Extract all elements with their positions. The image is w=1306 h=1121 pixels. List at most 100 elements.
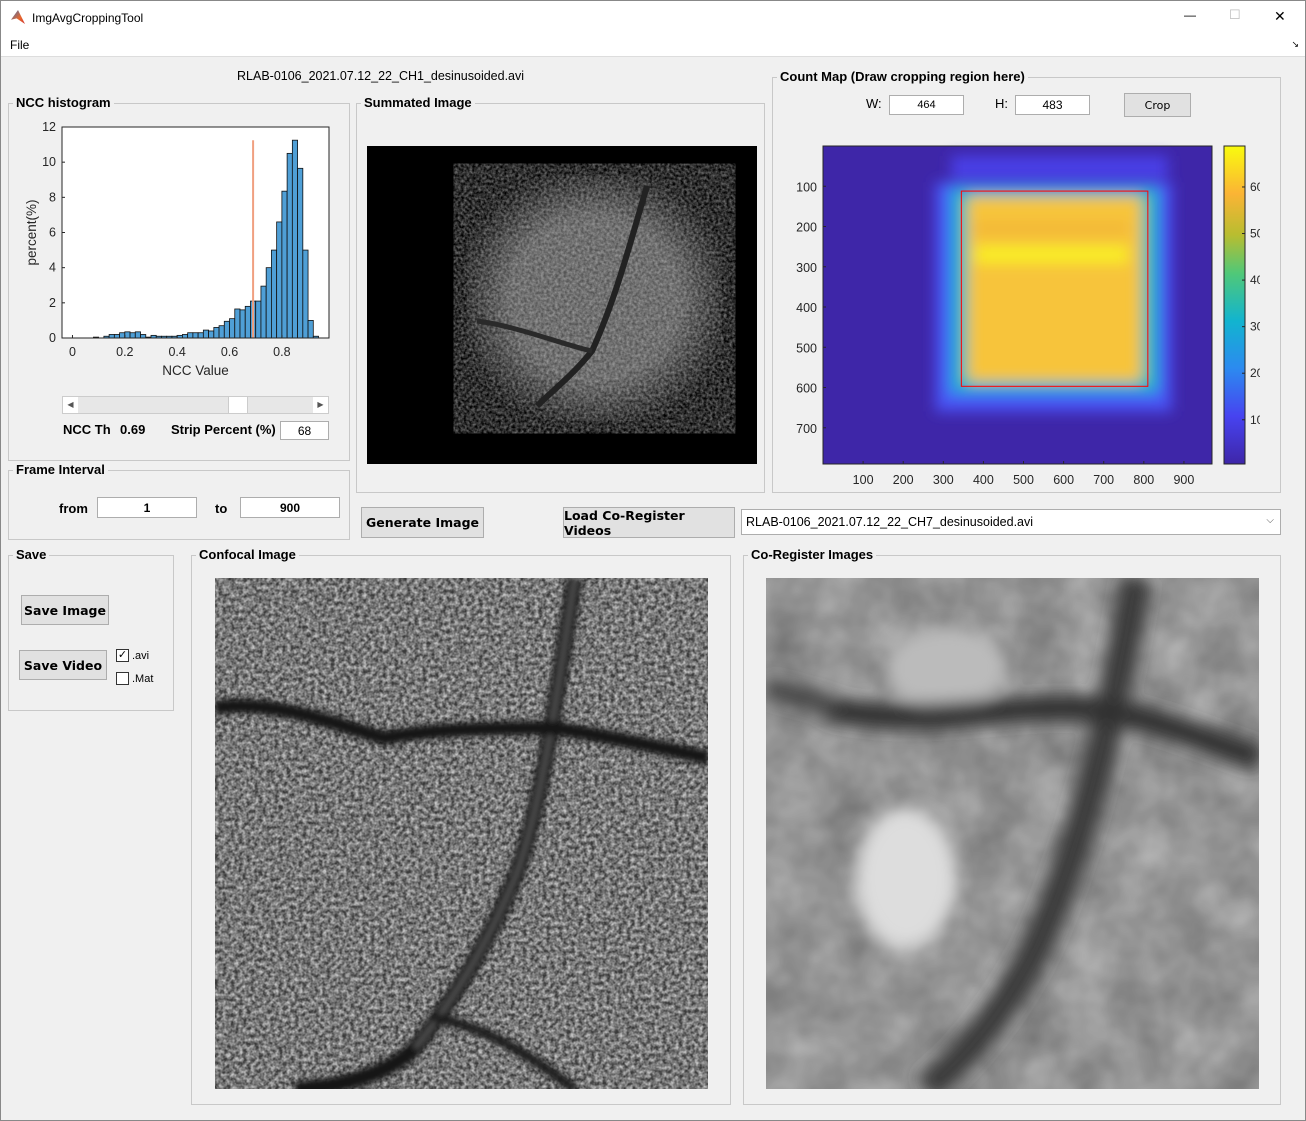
y-tick-label: 2 <box>49 296 56 310</box>
y-tick-label: 700 <box>796 422 817 436</box>
window-title: ImgAvgCroppingTool <box>32 11 144 25</box>
height-label: H: <box>995 96 1008 111</box>
histogram-bar <box>213 327 220 339</box>
histogram-bar <box>208 330 215 339</box>
chevron-down-icon[interactable]: ⌵ <box>1266 515 1274 526</box>
strip-percent-input[interactable]: 68 <box>280 421 329 440</box>
histogram-bar <box>265 267 272 339</box>
x-tick-label: 0 <box>69 345 76 359</box>
to-input[interactable]: 900 <box>240 497 340 518</box>
generate-image-button[interactable]: Generate Image <box>361 507 484 538</box>
crop-height-input[interactable]: 483 <box>1015 95 1090 115</box>
histogram-bar <box>129 332 136 339</box>
colorbar <box>1223 145 1246 465</box>
slider-right-arrow[interactable]: ▶ <box>313 397 328 413</box>
histogram-bar <box>202 329 209 339</box>
histogram-bar <box>192 332 199 339</box>
frame-interval-title: Frame Interval <box>13 462 108 478</box>
y-tick-label: 0 <box>49 331 56 345</box>
y-axis-label: percent(%) <box>24 199 39 265</box>
histogram-bar <box>255 300 262 339</box>
colorbar-tick-label: 600 <box>1250 180 1260 194</box>
y-tick-label: 200 <box>796 221 817 235</box>
coregister-title: Co-Register Images <box>748 547 877 563</box>
histogram-bar <box>276 221 283 339</box>
close-button[interactable]: ✕ <box>1274 8 1286 25</box>
histogram-bar <box>108 334 115 339</box>
y-tick-label: 100 <box>796 180 817 194</box>
ncc-th-value: 0.69 <box>120 422 146 437</box>
heatmap-cell <box>967 196 1142 382</box>
y-tick-label: 400 <box>796 301 817 315</box>
histogram-bar <box>291 139 298 339</box>
histogram-bar <box>260 285 267 339</box>
width-label: W: <box>866 96 882 111</box>
save-image-button[interactable]: Save Image <box>21 595 109 625</box>
heatmap-field <box>935 156 1172 412</box>
y-tick-label: 500 <box>796 341 817 355</box>
slider-thumb[interactable] <box>227 397 248 413</box>
histogram-bar <box>197 332 204 339</box>
histogram-bar <box>271 249 278 339</box>
histogram-bar <box>234 308 241 339</box>
histogram-bar <box>244 305 251 339</box>
ncc-threshold-slider[interactable]: ◀ ▶ <box>62 396 329 414</box>
histogram-bar <box>124 331 131 339</box>
histogram-bar <box>187 332 194 339</box>
maximize-button[interactable]: ☐ <box>1229 7 1241 23</box>
x-tick-label: 400 <box>973 473 994 487</box>
colorbar-tick-label: 400 <box>1250 273 1260 287</box>
histogram-bar <box>229 318 236 339</box>
histogram-bar <box>297 167 304 339</box>
colorbar-tick-label: 300 <box>1250 320 1260 334</box>
minimize-button[interactable]: — <box>1184 8 1196 22</box>
confocal-title: Confocal Image <box>196 547 299 563</box>
coregister-video-select[interactable]: RLAB-0106_2021.07.12_22_CH7_desinusoided… <box>741 509 1281 535</box>
y-tick-label: 600 <box>796 382 817 396</box>
video-filename: RLAB-0106_2021.07.12_22_CH1_desinusoided… <box>237 69 525 83</box>
to-label: to <box>215 501 228 516</box>
y-tick-label: 12 <box>42 120 56 134</box>
title-bar: ImgAvgCroppingTool — ☐ ✕ <box>1 1 1305 33</box>
x-tick-label: 500 <box>1013 473 1034 487</box>
avi-label: .avi <box>132 650 150 662</box>
x-tick-label: 100 <box>853 473 874 487</box>
histogram-bar <box>218 325 225 339</box>
coregister-image <box>766 578 1259 1089</box>
count-map-title: Count Map (Draw cropping region here) <box>777 69 1028 85</box>
ncc-th-label: NCC Th <box>63 422 111 437</box>
from-label: from <box>59 501 88 516</box>
mat-checkbox[interactable] <box>116 672 129 685</box>
from-input[interactable]: 1 <box>97 497 197 518</box>
load-coregister-videos-button[interactable]: Load Co-Register Videos <box>563 507 735 538</box>
x-tick-label: 900 <box>1173 473 1194 487</box>
histogram-bar <box>281 190 288 339</box>
histogram-bar <box>119 332 126 339</box>
menu-file[interactable]: File <box>10 38 29 52</box>
x-tick-label: 700 <box>1093 473 1114 487</box>
y-tick-label: 6 <box>49 226 56 240</box>
crop-width-input[interactable]: 464 <box>889 95 964 115</box>
save-video-button[interactable]: Save Video <box>19 650 107 680</box>
x-tick-label: 300 <box>933 473 954 487</box>
toolbar-toggle-icon[interactable]: ↘ <box>1291 39 1299 50</box>
mat-label: .Mat <box>132 673 154 685</box>
slider-left-arrow[interactable]: ◀ <box>63 397 78 413</box>
histogram-bar <box>307 320 314 339</box>
histogram-bar <box>286 152 293 339</box>
histogram-bar <box>113 334 120 339</box>
crop-button[interactable]: Crop <box>1124 93 1191 117</box>
menu-bar: File ↘ <box>1 33 1305 57</box>
y-tick-label: 300 <box>796 261 817 275</box>
colorbar-tick-label: 100 <box>1250 413 1260 427</box>
summated-image <box>367 146 757 464</box>
x-tick-label: 600 <box>1053 473 1074 487</box>
summated-title: Summated Image <box>361 95 475 111</box>
x-tick-label: 800 <box>1133 473 1154 487</box>
x-tick-label: 0.4 <box>168 345 185 359</box>
heatmap-cell <box>975 246 1128 263</box>
histogram-bar <box>223 320 230 339</box>
save-title: Save <box>13 547 50 563</box>
count-map-chart[interactable]: 100 200 300 400 500 600 700 800 900 100 200 300 400 5… <box>780 140 1260 490</box>
avi-checkbox[interactable]: ✓ <box>116 649 129 662</box>
